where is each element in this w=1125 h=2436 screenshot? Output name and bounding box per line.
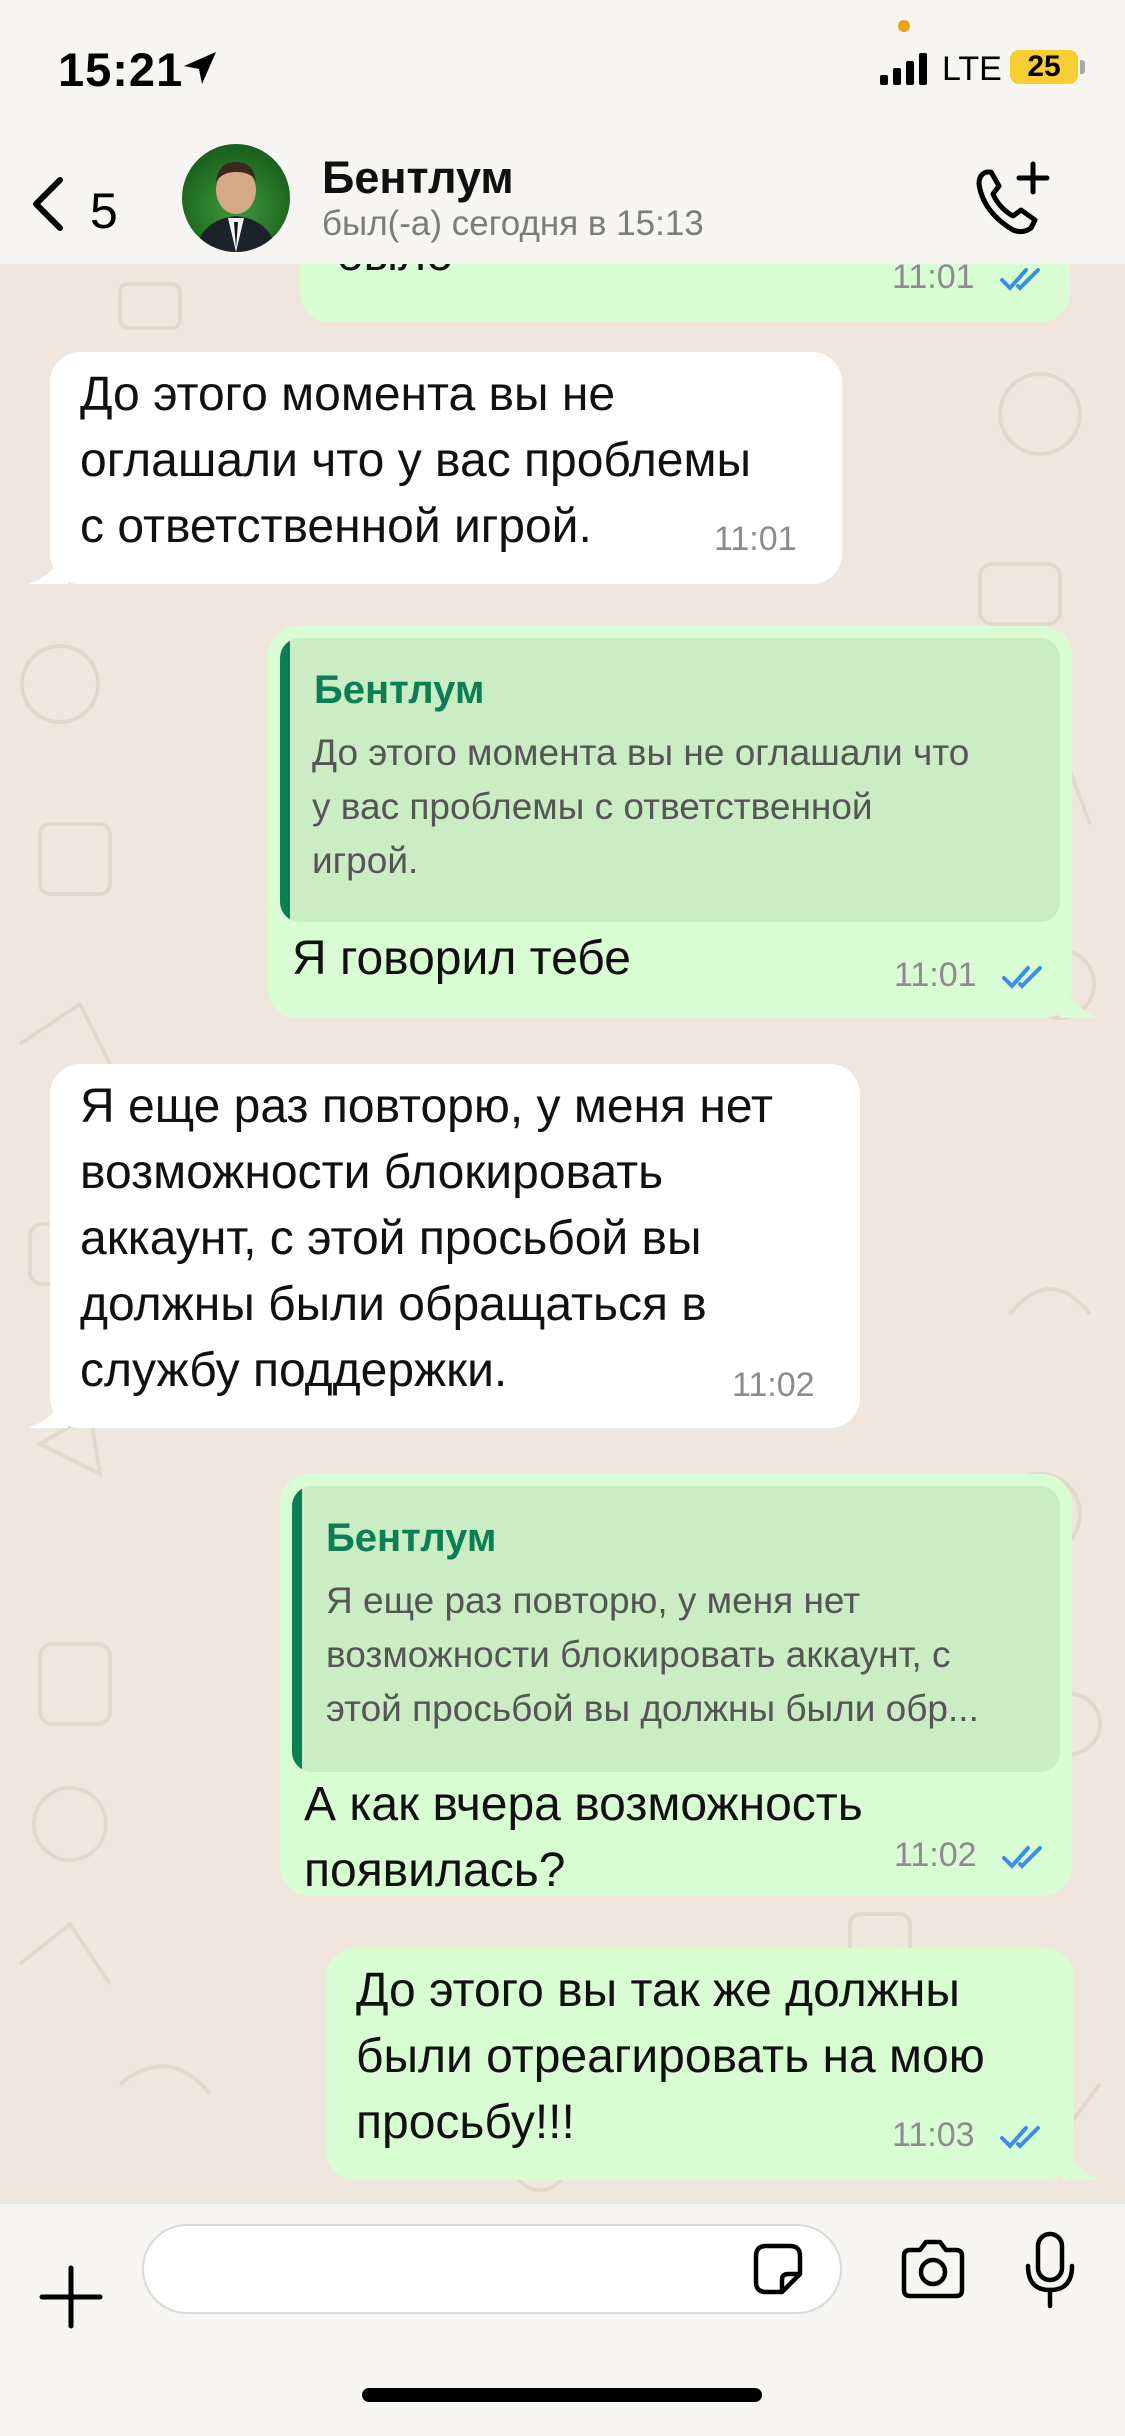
battery-level: 25 — [1027, 50, 1061, 83]
plus-icon[interactable] — [38, 2264, 104, 2330]
message-bubble-outgoing[interactable]: Бентлум Я еще раз повторю, у меня нет во… — [280, 1474, 1072, 1897]
message-input[interactable] — [142, 2224, 842, 2314]
home-indicator[interactable] — [362, 2388, 762, 2402]
status-bar: 15:21 LTE 25 — [0, 0, 1125, 140]
privacy-indicator-dot — [898, 20, 910, 32]
bubble-tail — [28, 544, 68, 584]
message-text: Я еще раз повторю, у меня нет возможност… — [80, 1080, 773, 1397]
quote-accent-bar — [280, 638, 290, 922]
message-time: 11:01 — [892, 264, 975, 296]
double-check-icon — [1000, 2126, 1040, 2149]
message-bubble-outgoing[interactable]: было 11:01 — [300, 264, 1070, 322]
sticker-icon[interactable] — [748, 2240, 808, 2300]
status-time: 15:21 — [58, 43, 184, 96]
avatar-image — [196, 162, 276, 252]
double-check-icon — [1002, 1846, 1042, 1869]
bubble-tail — [1060, 978, 1100, 1018]
message-text: А как вчера возможность появилась? — [304, 1778, 863, 1897]
message-bubble-outgoing[interactable]: До этого вы так же должны были отреагиро… — [326, 1948, 1074, 2180]
quote-author: Бентлум — [314, 668, 485, 712]
reply-quote[interactable]: Бентлум До этого момента вы не оглашали … — [280, 638, 1060, 922]
message-time: 11:03 — [892, 2116, 975, 2154]
reply-quote[interactable]: Бентлум Я еще раз повторю, у меня нет во… — [292, 1486, 1060, 1772]
message-bubble-incoming[interactable]: До этого момента вы не оглашали что у ва… — [50, 352, 842, 584]
signal-bars-icon — [880, 53, 927, 85]
message-bubble-incoming[interactable]: Я еще раз повторю, у меня нет возможност… — [50, 1064, 860, 1428]
bubble-tail — [28, 1388, 68, 1428]
message-text: До этого вы так же должны были отреагиро… — [356, 1964, 985, 2149]
quote-text: До этого момента вы не оглашали что у ва… — [312, 732, 970, 881]
back-button[interactable]: 5 — [20, 160, 140, 240]
message-bubble-outgoing[interactable]: Бентлум До этого момента вы не оглашали … — [268, 626, 1072, 1018]
unread-count: 5 — [90, 183, 118, 239]
contact-last-seen: был(-а) сегодня в 15:13 — [322, 204, 704, 243]
network-type: LTE — [942, 50, 1002, 88]
message-time: 11:02 — [894, 1836, 977, 1874]
double-check-icon — [1000, 268, 1040, 291]
battery-icon: 25 — [1010, 50, 1078, 84]
message-text: Я говорил тебе — [292, 932, 631, 985]
message-time: 11:01 — [894, 956, 977, 994]
message-time: 11:02 — [732, 1366, 815, 1404]
avatar[interactable] — [182, 144, 290, 252]
contact-name[interactable]: Бентлум — [322, 152, 514, 204]
message-list[interactable]: было 11:01 До этого момента вы не оглаша… — [0, 264, 1125, 2204]
bubble-tail — [1062, 2140, 1102, 2180]
quote-text: Я еще раз повторю, у меня нет возможност… — [326, 1580, 979, 1729]
battery-nub — [1080, 60, 1085, 74]
message-text: было — [336, 264, 453, 288]
phone-plus-icon[interactable] — [965, 154, 1055, 244]
quote-author: Бентлум — [326, 1516, 497, 1560]
message-time: 11:01 — [714, 520, 797, 558]
message-text: До этого момента вы не оглашали что у ва… — [80, 368, 751, 553]
location-arrow-icon — [184, 52, 216, 84]
double-check-icon — [1002, 966, 1042, 989]
quote-accent-bar — [292, 1486, 302, 1772]
chevron-left-icon — [33, 177, 63, 231]
microphone-icon[interactable] — [1020, 2230, 1080, 2310]
chat-header: 5 Бентлум был(-а) сегодня в 15:13 — [0, 140, 1125, 264]
camera-icon[interactable] — [898, 2238, 968, 2300]
